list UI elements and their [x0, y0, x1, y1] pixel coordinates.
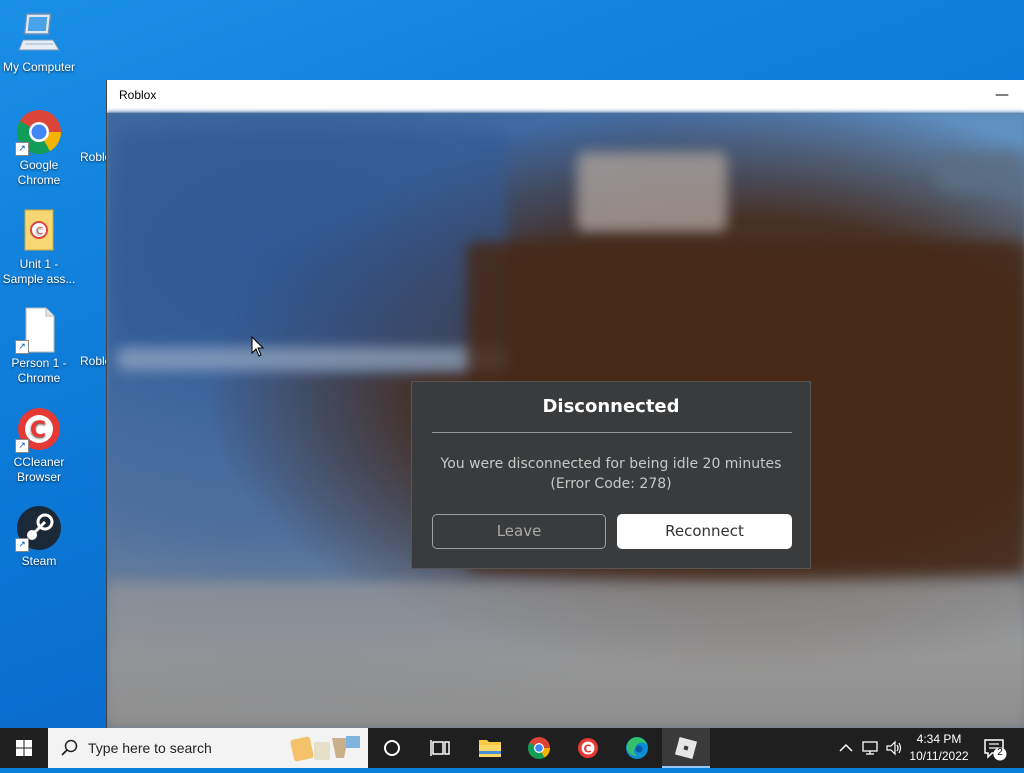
shortcut-arrow-icon: ↗ [15, 142, 29, 156]
edge-icon [626, 737, 648, 759]
shortcut-arrow-icon: ↗ [15, 538, 29, 552]
cortana-icon [384, 740, 400, 756]
desktop-icon-unit-1[interactable]: C Unit 1 - Sample ass... [1, 207, 77, 287]
show-hidden-icons-chevron-icon[interactable] [836, 738, 856, 758]
cortana-button[interactable] [368, 728, 416, 768]
file-explorer-icon [479, 740, 501, 757]
ccleaner-icon: C ↗ [15, 405, 63, 453]
task-view-icon [430, 740, 450, 756]
window-title: Roblox [119, 88, 157, 102]
system-clock[interactable]: 4:34 PM 10/11/2022 [904, 731, 974, 765]
disconnected-dialog: Disconnected You were disconnected for b… [411, 381, 811, 569]
blurred-floor [107, 582, 1024, 728]
roblox-icon [674, 736, 698, 760]
roblox-taskbar-button[interactable] [662, 728, 710, 768]
steam-icon: ↗ [15, 504, 63, 552]
search-placeholder: Type here to search [88, 740, 212, 756]
shortcut-arrow-icon: ↗ [15, 340, 29, 354]
document-icon: C [15, 207, 63, 255]
blank-file-icon: ↗ [15, 306, 63, 354]
windows-logo-icon [16, 740, 32, 756]
svg-text:C: C [36, 226, 43, 237]
taskbar: Type here to search C 4:34 PM 10/11/2022… [0, 728, 1024, 768]
desktop-icon-label: Steam [21, 554, 57, 568]
dialog-message: You were disconnected for being idle 20 … [412, 454, 810, 494]
task-view-button[interactable] [416, 728, 464, 768]
ccleaner-icon: C [578, 738, 598, 758]
ccleaner-taskbar-button[interactable]: C [564, 728, 612, 768]
desktop-icon-google-chrome[interactable]: ↗ Google Chrome [1, 108, 77, 188]
dialog-message-line1: You were disconnected for being idle 20 … [440, 456, 782, 472]
clock-date: 10/11/2022 [909, 749, 969, 763]
desktop-icon-steam[interactable]: ↗ Steam [1, 504, 77, 569]
window-titlebar[interactable]: Roblox — [107, 80, 1024, 113]
notification-count-badge: 2 [997, 747, 1003, 758]
search-highlight-illustration-icon [290, 736, 360, 762]
shortcut-arrow-icon: ↗ [15, 439, 29, 453]
blurred-bar [117, 347, 507, 371]
network-icon[interactable] [860, 738, 880, 758]
desktop-icon-ccleaner-browser[interactable]: C ↗ CCleaner Browser [1, 405, 77, 485]
blurred-panel [117, 132, 507, 372]
chrome-taskbar-button[interactable] [515, 728, 563, 768]
action-center-button[interactable]: 2 [978, 728, 1024, 768]
file-explorer-button[interactable] [466, 728, 514, 768]
minimize-button[interactable]: — [979, 80, 1024, 112]
taskbar-search-box[interactable]: Type here to search [48, 728, 368, 768]
desktop-icon-label: Person 1 - Chrome [11, 356, 67, 385]
dialog-divider [432, 432, 792, 433]
computer-icon [15, 10, 63, 58]
search-icon [61, 739, 78, 756]
dialog-title: Disconnected [542, 396, 680, 417]
clock-time: 4:34 PM [916, 732, 962, 746]
svg-text:C: C [584, 743, 592, 756]
reconnect-button[interactable]: Reconnect [617, 514, 792, 549]
dialog-message-line2: (Error Code: 278) [550, 476, 672, 492]
svg-text:C: C [30, 418, 46, 443]
volume-icon[interactable] [884, 738, 904, 758]
chrome-icon [528, 737, 550, 759]
blurred-corner [937, 152, 1024, 192]
start-button[interactable] [0, 728, 48, 768]
edge-taskbar-button[interactable] [613, 728, 661, 768]
desktop-icon-label: My Computer [2, 60, 76, 74]
desktop-icon-my-computer[interactable]: My Computer [1, 10, 77, 75]
desktop-icon-label: CCleaner Browser [13, 455, 65, 484]
desktop-icon-person-1-chrome[interactable]: ↗ Person 1 - Chrome [1, 306, 77, 386]
chrome-icon: ↗ [15, 108, 63, 156]
desktop-icon-label: Unit 1 - Sample ass... [2, 257, 76, 286]
mouse-cursor-icon [251, 335, 265, 358]
blurred-block [577, 152, 727, 232]
desktop-icon-label: Google Chrome [17, 158, 61, 187]
leave-button[interactable]: Leave [432, 514, 606, 549]
